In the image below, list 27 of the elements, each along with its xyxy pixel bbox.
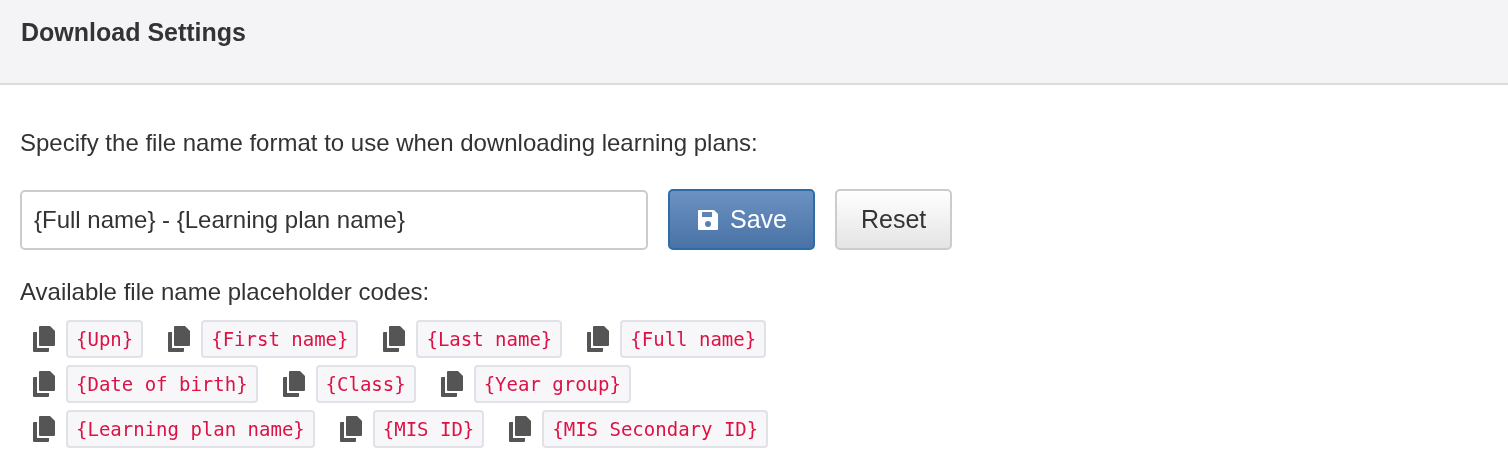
copy-icon [439,371,464,397]
placeholder-code[interactable]: {Learning plan name} [66,410,315,448]
save-icon [696,207,720,232]
copy-icon [32,326,56,352]
copy-icon [508,416,533,442]
copy-icon [167,326,192,352]
copy-icon [32,371,56,397]
placeholder-code[interactable]: {First name} [201,320,359,358]
placeholder-code[interactable]: {Upn} [66,320,144,358]
placeholder-code[interactable]: {Full name} [620,320,767,358]
placeholder-code[interactable]: {MIS Secondary ID} [542,410,769,448]
instruction-text: Specify the file name format to use when downloading learning plans: [20,128,759,158]
format-field[interactable]: {Full name} - {Learning plan name} [20,189,648,250]
placeholder-code[interactable]: {Class} [315,365,416,403]
panel-title: Download Settings [21,16,246,48]
codes-label: Available file name placeholder codes: [20,277,431,307]
placeholder-code[interactable]: {MIS ID} [372,410,485,448]
copy-icon [586,326,611,352]
placeholder-code[interactable]: {Year group} [473,365,631,403]
save-button[interactable]: Save [668,189,815,250]
copy-icon [32,416,56,442]
copy-icon [382,326,407,352]
placeholder-code[interactable]: {Last name} [416,320,563,358]
copy-icon [338,416,363,442]
placeholder-code[interactable]: {Date of birth} [66,365,258,403]
reset-button[interactable]: Reset [835,189,953,250]
copy-icon [281,371,306,397]
